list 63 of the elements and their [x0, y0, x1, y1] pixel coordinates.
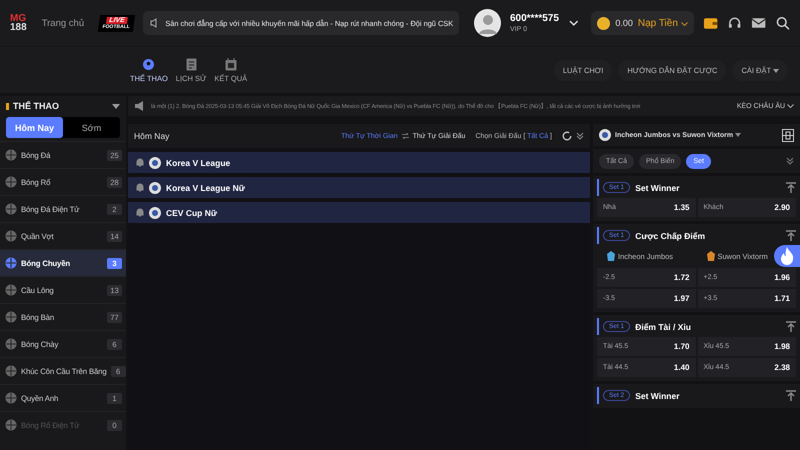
team-crest-icon [607, 251, 615, 261]
avatar[interactable] [474, 9, 501, 37]
search-icon[interactable] [776, 16, 790, 30]
sport-ball-icon [5, 176, 17, 188]
bell-icon[interactable] [136, 208, 144, 217]
day-tab[interactable]: Hôm Nay [6, 117, 63, 138]
sport-ball-icon [5, 365, 17, 377]
bell-icon[interactable] [136, 158, 144, 167]
league-logo-icon [149, 156, 161, 168]
league-row[interactable]: CEV Cup Nữ [128, 202, 590, 223]
pin-to-top-icon[interactable] [786, 321, 796, 332]
wallet-icon[interactable] [702, 16, 718, 30]
day-tab[interactable]: Sớm [63, 117, 120, 138]
sport-ball-icon [5, 203, 17, 215]
market-title: Set Winner [635, 390, 681, 400]
balance-amount: 0.00 [615, 18, 633, 28]
pin-to-top-icon[interactable] [786, 230, 796, 241]
sport-ball-icon [5, 419, 17, 431]
sport-ball-icon [5, 149, 17, 161]
pitch-icon[interactable] [782, 128, 794, 142]
sport-ball-icon [5, 284, 17, 296]
sidebar-title: THỂ THAO [13, 101, 60, 111]
pin-to-top-icon[interactable] [786, 390, 796, 401]
username: 600****575 [510, 13, 560, 24]
team-crest-icon [706, 251, 714, 261]
collapse-all-icon[interactable] [576, 132, 584, 140]
team-logo-icon [599, 129, 611, 141]
sport-ball-icon [5, 392, 17, 404]
home-link[interactable]: Trang chủ [42, 18, 84, 28]
caret-icon [787, 104, 794, 108]
deposit-button[interactable]: Nạp Tiền [638, 18, 688, 28]
expand-icon[interactable] [786, 157, 794, 165]
league-row[interactable]: Korea V League Nữ [128, 177, 590, 198]
swap-icon [402, 133, 409, 139]
document-icon [186, 58, 197, 70]
list-title: Hôm Nay [134, 131, 170, 141]
calendar-icon [224, 58, 237, 70]
flame-icon [780, 247, 794, 265]
caret-icon [773, 68, 779, 72]
sport-ball-icon [5, 338, 17, 350]
league-logo-icon [149, 182, 161, 194]
caret-icon [680, 22, 688, 26]
coin-icon [597, 16, 610, 30]
chevron-down-icon[interactable] [568, 20, 578, 26]
sport-ball-icon [5, 311, 17, 323]
megaphone-icon [134, 101, 145, 111]
sport-ball-icon [5, 230, 17, 242]
refresh-icon[interactable] [562, 131, 572, 141]
league-logo-icon [149, 206, 161, 218]
headset-icon[interactable] [727, 15, 742, 31]
market-title: Set Winner [635, 182, 681, 192]
market-title: Cược Chấp Điểm [635, 230, 706, 240]
bell-icon[interactable] [136, 183, 144, 192]
caret-icon [735, 132, 742, 136]
ball-icon [142, 58, 156, 70]
league-row[interactable]: Korea V League [128, 152, 590, 173]
sport-ball-icon [5, 257, 17, 269]
logo[interactable]: MG 188 [10, 14, 27, 32]
caret-icon[interactable] [112, 104, 120, 108]
pin-to-top-icon[interactable] [786, 182, 796, 193]
hot-button[interactable] [774, 245, 800, 267]
market-title: Điểm Tài / Xỉu [635, 322, 692, 332]
mail-icon[interactable] [751, 17, 767, 29]
